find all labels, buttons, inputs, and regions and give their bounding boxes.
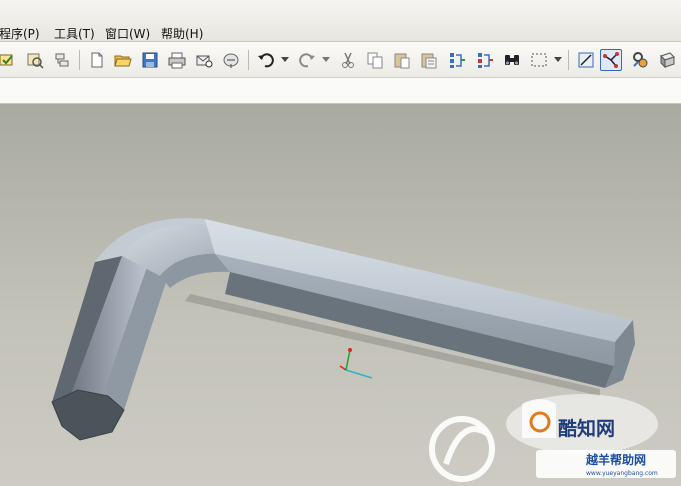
menu-window[interactable]: 窗口(W) xyxy=(105,25,150,42)
datum-display-icon xyxy=(603,52,619,68)
select-toggle-button[interactable] xyxy=(0,49,18,71)
cut-icon xyxy=(342,52,354,68)
copy-button[interactable] xyxy=(364,49,386,71)
toolbar-separator xyxy=(568,50,569,70)
chevron-down-icon xyxy=(322,57,330,62)
select-box-icon xyxy=(531,53,547,67)
paste-special-button[interactable] xyxy=(418,49,440,71)
chevron-down-icon xyxy=(281,57,289,62)
send-mail-button[interactable] xyxy=(193,49,215,71)
redo-icon xyxy=(299,53,315,68)
watermark-site-name: 酷知网 xyxy=(558,417,615,440)
select-pick-button[interactable] xyxy=(52,49,74,71)
save-button[interactable] xyxy=(139,49,161,71)
watermark: 酷知网 越羊帮助网 www.yueyangbang.com xyxy=(429,394,676,482)
redo-model-icon xyxy=(223,53,239,68)
settings-button[interactable] xyxy=(629,49,651,71)
select-toggle-icon xyxy=(0,54,13,66)
shading-button[interactable] xyxy=(656,49,678,71)
new-file-button[interactable] xyxy=(86,49,108,71)
menu-tools[interactable]: 工具(T) xyxy=(54,25,95,42)
select-pick-icon xyxy=(55,53,69,67)
menu-bar: 程序(P) 工具(T) 窗口(W) 帮助(H) xyxy=(0,0,681,42)
send-mail-icon xyxy=(196,55,213,68)
secondary-toolbar-strip xyxy=(0,78,681,104)
find-button[interactable] xyxy=(501,49,523,71)
find-icon xyxy=(505,55,519,65)
toolbar-separator xyxy=(248,50,249,70)
new-file-icon xyxy=(91,52,103,68)
select-box-dropdown[interactable] xyxy=(553,51,563,69)
shading-icon xyxy=(660,52,675,69)
watermark-logo-icon xyxy=(429,416,495,482)
paste-button[interactable] xyxy=(391,49,413,71)
print-button[interactable] xyxy=(166,49,188,71)
select-box-button[interactable] xyxy=(528,49,550,71)
undo-icon xyxy=(258,53,274,68)
coordinate-triad xyxy=(339,348,373,379)
print-icon xyxy=(168,52,186,69)
regenerate-button[interactable] xyxy=(446,49,468,71)
watermark-brand: 越羊帮助网 xyxy=(585,452,646,467)
main-toolbar xyxy=(0,42,681,78)
model-canvas: 酷知网 越羊帮助网 www.yueyangbang.com xyxy=(51,218,676,482)
select-filter-icon xyxy=(27,53,44,69)
redo-model-button[interactable] xyxy=(220,49,242,71)
copy-icon xyxy=(367,52,383,69)
paste-special-icon xyxy=(421,53,437,69)
save-icon xyxy=(142,52,158,68)
settings-icon xyxy=(633,52,648,68)
cut-button[interactable] xyxy=(337,49,359,71)
paste-icon xyxy=(394,53,410,69)
regenerate-manager-button[interactable] xyxy=(474,49,496,71)
sketch-edit-button[interactable] xyxy=(575,49,597,71)
graphics-viewport[interactable]: 酷知网 越羊帮助网 www.yueyangbang.com xyxy=(0,104,681,486)
redo-dropdown[interactable] xyxy=(321,51,331,69)
regenerate-manager-icon xyxy=(478,53,493,68)
datum-display-button[interactable] xyxy=(600,49,622,71)
open-file-button[interactable] xyxy=(112,49,134,71)
sketch-edit-icon xyxy=(578,52,594,68)
regenerate-icon xyxy=(450,53,465,68)
open-folder-icon xyxy=(114,55,132,67)
toolbar-separator xyxy=(79,50,80,70)
select-filter-button[interactable] xyxy=(24,49,46,71)
menu-program[interactable]: 程序(P) xyxy=(0,25,40,42)
redo-button[interactable] xyxy=(296,49,318,71)
watermark-url: www.yueyangbang.com xyxy=(586,470,658,477)
undo-button[interactable] xyxy=(255,49,277,71)
menu-help[interactable]: 帮助(H) xyxy=(161,25,203,42)
chevron-down-icon xyxy=(554,57,562,62)
undo-dropdown[interactable] xyxy=(280,51,290,69)
